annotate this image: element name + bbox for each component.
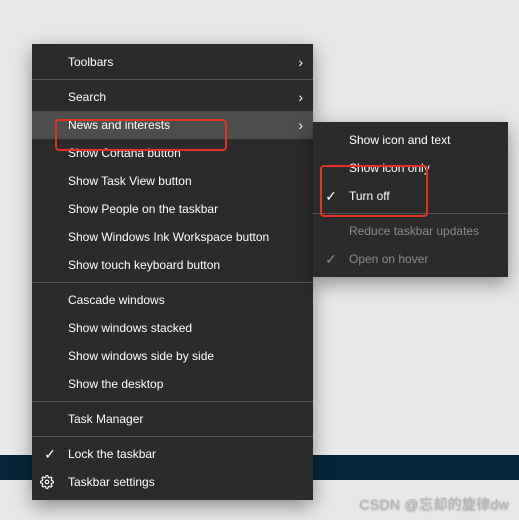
submenu-item-show-icon-only[interactable]: Show icon only	[313, 154, 508, 182]
menu-item-show-desktop[interactable]: Show the desktop	[32, 370, 313, 398]
menu-item-label: Taskbar settings	[68, 475, 155, 489]
check-icon: ✓	[321, 251, 341, 268]
submenu-item-show-icon-and-text[interactable]: Show icon and text	[313, 126, 508, 154]
menu-item-label: Show the desktop	[68, 377, 163, 391]
menu-separator	[313, 213, 508, 214]
gear-icon	[40, 475, 60, 489]
menu-item-windows-side-by-side[interactable]: Show windows side by side	[32, 342, 313, 370]
menu-item-cascade-windows[interactable]: Cascade windows	[32, 286, 313, 314]
menu-item-label: Show windows side by side	[68, 349, 214, 363]
menu-item-lock-taskbar[interactable]: ✓ Lock the taskbar	[32, 440, 313, 468]
menu-item-label: Show Cortana button	[68, 146, 181, 160]
menu-item-show-people[interactable]: Show People on the taskbar	[32, 195, 313, 223]
menu-separator	[32, 401, 313, 402]
menu-item-task-manager[interactable]: Task Manager	[32, 405, 313, 433]
menu-item-label: Show icon only	[349, 161, 430, 175]
menu-item-search[interactable]: Search ›	[32, 83, 313, 111]
check-icon: ✓	[321, 188, 341, 205]
menu-item-label: Search	[68, 90, 106, 104]
menu-item-show-cortana[interactable]: Show Cortana button	[32, 139, 313, 167]
menu-item-toolbars[interactable]: Toolbars ›	[32, 48, 313, 76]
menu-item-label: Task Manager	[68, 412, 143, 426]
menu-item-windows-stacked[interactable]: Show windows stacked	[32, 314, 313, 342]
news-interests-submenu: Show icon and text Show icon only ✓ Turn…	[313, 122, 508, 277]
submenu-item-turn-off[interactable]: ✓ Turn off	[313, 182, 508, 210]
menu-item-show-touch-keyboard[interactable]: Show touch keyboard button	[32, 251, 313, 279]
menu-item-show-task-view[interactable]: Show Task View button	[32, 167, 313, 195]
menu-item-label: Toolbars	[68, 55, 113, 69]
menu-item-label: News and interests	[68, 118, 170, 132]
chevron-right-icon: ›	[290, 118, 303, 132]
menu-item-label: Show icon and text	[349, 133, 450, 147]
menu-item-label: Cascade windows	[68, 293, 165, 307]
menu-item-label: Show touch keyboard button	[68, 258, 220, 272]
menu-item-label: Reduce taskbar updates	[349, 224, 479, 238]
menu-item-label: Open on hover	[349, 252, 428, 266]
menu-item-label: Lock the taskbar	[68, 447, 156, 461]
menu-item-label: Show Windows Ink Workspace button	[68, 230, 269, 244]
chevron-right-icon: ›	[290, 90, 303, 104]
menu-item-taskbar-settings[interactable]: Taskbar settings	[32, 468, 313, 496]
menu-item-label: Show Task View button	[68, 174, 192, 188]
menu-item-label: Show windows stacked	[68, 321, 192, 335]
submenu-item-reduce-updates: Reduce taskbar updates	[313, 217, 508, 245]
menu-separator	[32, 282, 313, 283]
menu-item-news-and-interests[interactable]: News and interests ›	[32, 111, 313, 139]
check-icon: ✓	[40, 446, 60, 463]
menu-item-label: Turn off	[349, 189, 390, 203]
chevron-right-icon: ›	[290, 55, 303, 69]
menu-separator	[32, 436, 313, 437]
menu-item-show-ink-workspace[interactable]: Show Windows Ink Workspace button	[32, 223, 313, 251]
menu-item-label: Show People on the taskbar	[68, 202, 218, 216]
watermark-text: CSDN @忘却的旋律dw	[359, 494, 509, 514]
menu-separator	[32, 79, 313, 80]
taskbar-context-menu: Toolbars › Search › News and interests ›…	[32, 44, 313, 500]
submenu-item-open-on-hover: ✓ Open on hover	[313, 245, 508, 273]
